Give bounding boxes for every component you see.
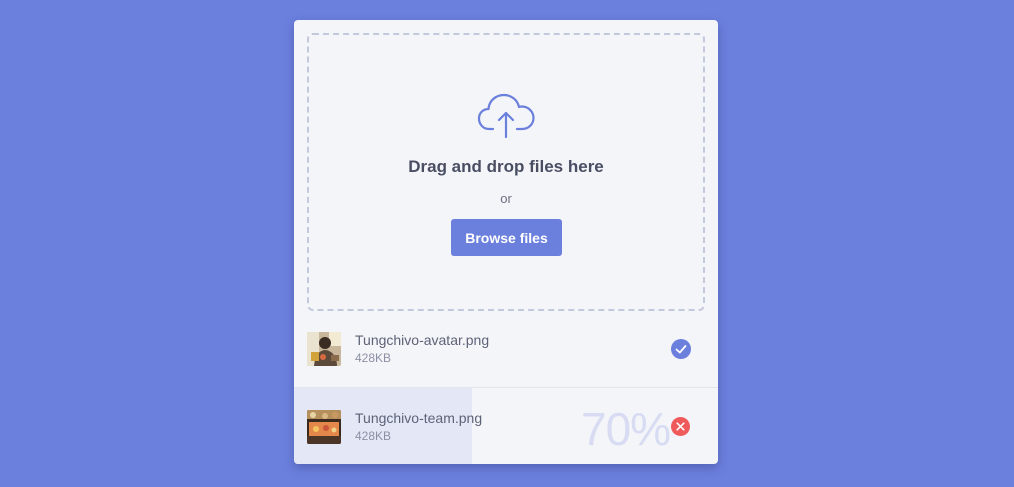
or-separator: or [500, 191, 512, 206]
close-circle-icon[interactable] [671, 417, 690, 436]
file-size: 428KB [355, 351, 392, 365]
file-name: Tungchivo-avatar.png [355, 332, 490, 348]
file-row: Tungchivo-avatar.png 428KB [294, 310, 718, 387]
cloud-upload-icon [477, 93, 535, 139]
upload-progress-percent: 70% [581, 403, 671, 455]
browse-files-button[interactable]: Browse files [451, 219, 562, 256]
check-circle-icon [671, 339, 691, 359]
drop-zone[interactable]: Drag and drop files here or Browse files [307, 33, 705, 311]
file-thumbnail [307, 332, 341, 366]
file-thumbnail [307, 410, 341, 444]
file-size: 428KB [355, 429, 392, 443]
file-name: Tungchivo-team.png [355, 410, 483, 426]
upload-card: Drag and drop files here or Browse files… [294, 20, 718, 464]
file-row: Tungchivo-team.png 428KB 70% [294, 387, 718, 464]
drop-title: Drag and drop files here [408, 157, 604, 176]
